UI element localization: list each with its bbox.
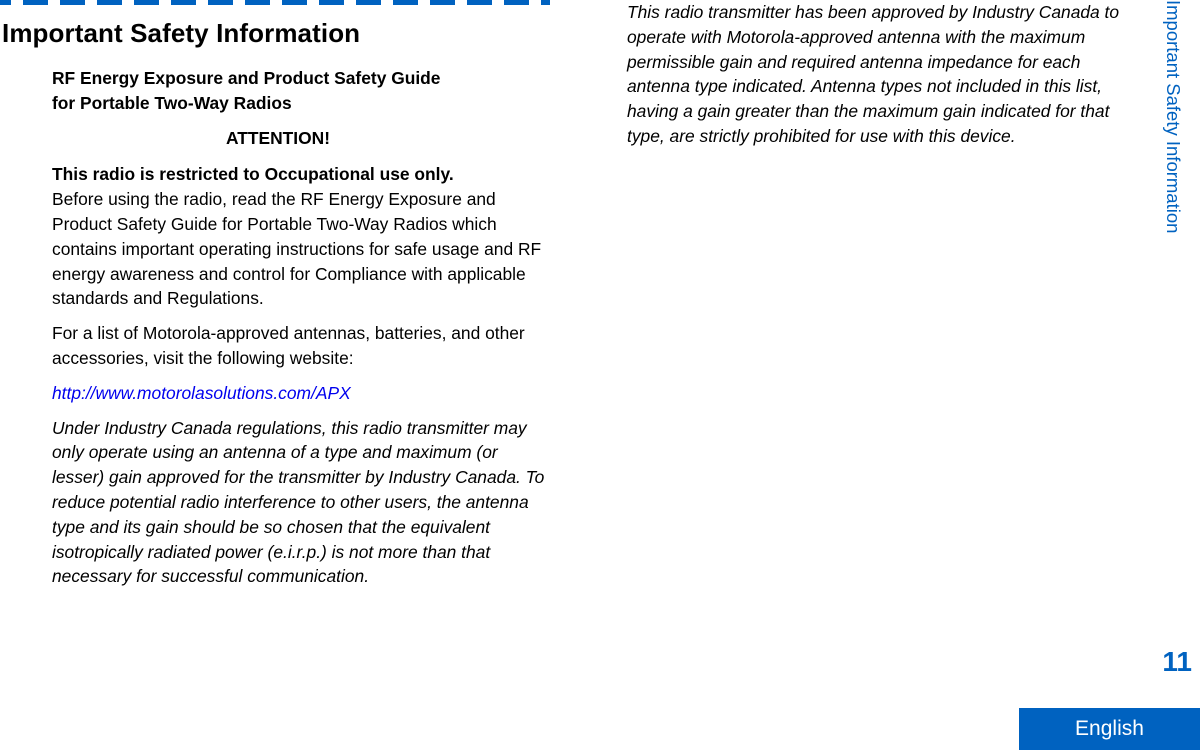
divider-dash	[60, 0, 85, 5]
guide-title-line-2: for Portable Two-Way Radios	[52, 92, 292, 113]
divider-dash	[97, 0, 122, 5]
running-header-vertical: Important Safety Information	[1163, 0, 1184, 234]
divider-dash	[541, 0, 550, 5]
divider-dash	[171, 0, 196, 5]
section-title: Important Safety Information	[2, 18, 361, 48]
divider-dash	[467, 0, 492, 5]
divider-dash	[282, 0, 307, 5]
divider-dash	[356, 0, 381, 5]
guide-title: RF Energy Exposure and Product Safety Gu…	[52, 66, 552, 116]
divider-dash	[504, 0, 529, 5]
divider-dash	[319, 0, 344, 5]
divider-dash	[245, 0, 270, 5]
language-tab: English	[1019, 708, 1200, 750]
page-number: 11	[1162, 646, 1192, 677]
attention-heading: ATTENTION!	[225, 127, 330, 148]
guide-title-line-1: RF Energy Exposure and Product Safety Gu…	[52, 68, 441, 88]
before-using-paragraph: Before using the radio, read the RF Ener…	[52, 189, 542, 309]
divider-dash	[0, 0, 11, 5]
industry-canada-approval-paragraph: This radio transmitter has been approved…	[627, 2, 1120, 146]
right-column: This radio transmitter has been approved…	[627, 0, 1127, 149]
section-divider-dashed-rule	[0, 0, 550, 5]
divider-dash	[393, 0, 418, 5]
restricted-notice: This radio is restricted to Occupational…	[52, 164, 454, 185]
divider-dash	[23, 0, 48, 5]
divider-dash	[430, 0, 455, 5]
left-column: RF Energy Exposure and Product Safety Gu…	[52, 66, 552, 589]
accessories-paragraph: For a list of Motorola-approved antennas…	[52, 323, 525, 368]
divider-dash	[208, 0, 233, 5]
website-link-paragraph: http://www.motorolasolutions.com/APX	[52, 381, 552, 406]
divider-dash	[134, 0, 159, 5]
industry-canada-regulation-paragraph: Under Industry Canada regulations, this …	[52, 417, 545, 587]
motorola-website-link[interactable]: http://www.motorolasolutions.com/APX	[52, 383, 351, 403]
